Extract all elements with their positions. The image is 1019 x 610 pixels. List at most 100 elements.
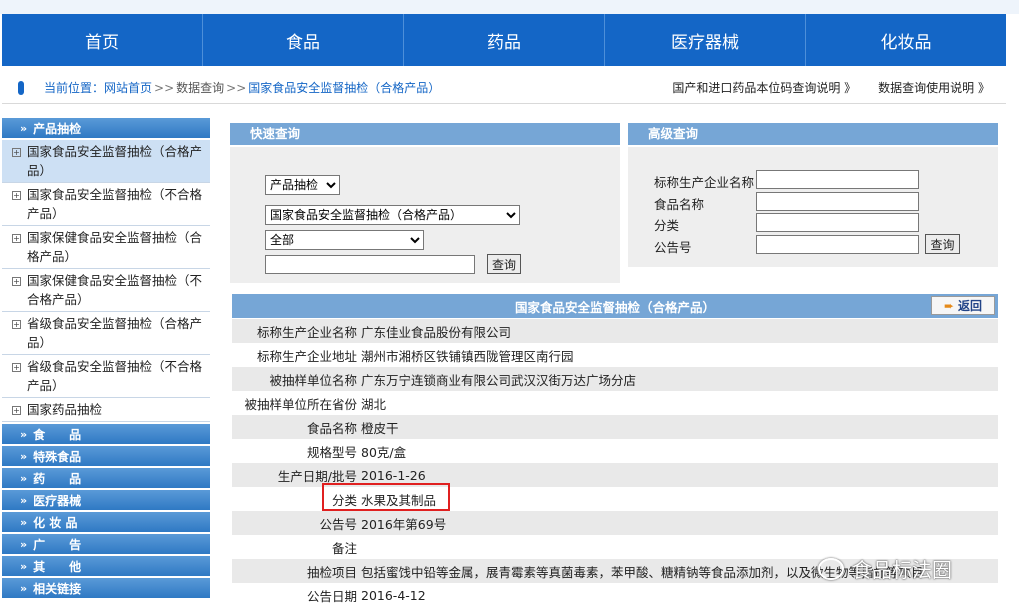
location-pin-icon <box>18 80 24 95</box>
quick-search-input[interactable] <box>265 255 475 274</box>
top-strip <box>0 0 1019 14</box>
expand-icon: + <box>12 363 21 372</box>
nav-drug[interactable]: 药品 <box>404 14 605 66</box>
help-links: 国产和进口药品本位码查询说明 》 数据查询使用说明 》 <box>672 79 1006 96</box>
classification-input[interactable] <box>756 213 919 232</box>
expand-icon: + <box>12 277 21 286</box>
sidebar-item-provincial-unqualified[interactable]: + 省级食品安全监督抽检（不合格产品） <box>2 355 210 398</box>
breadcrumb-data-query[interactable]: 数据查询 <box>176 79 224 96</box>
row-value: 湖北 <box>361 396 387 412</box>
nav-home[interactable]: 首页 <box>2 14 203 66</box>
watermark: 食品标法圈 <box>818 554 952 583</box>
row-key: 抽检项目 <box>306 564 357 580</box>
category-select[interactable]: 产品抽检 <box>265 175 340 195</box>
sidebar-head-drug[interactable]: » 药 品 <box>2 468 210 490</box>
sidebar-head-label: 相关链接 <box>33 581 82 596</box>
sidebar-item-label: 国家药品抽检 <box>27 402 103 417</box>
data-query-help-link[interactable]: 数据查询使用说明 》 <box>878 79 990 96</box>
row-key: 公告日期 <box>306 588 357 604</box>
manufacturer-label: 标称生产企业名称 <box>654 175 755 190</box>
detail-row-announcement-no: 公告号 2016年第69号 <box>232 511 998 535</box>
sidebar-head-label: 产品抽检 <box>33 121 82 136</box>
row-key: 规格型号 <box>306 444 357 460</box>
row-key: 备注 <box>331 540 357 556</box>
nav-medical-device[interactable]: 医疗器械 <box>605 14 806 66</box>
row-value: 2016-4-12 <box>361 587 426 603</box>
detail-row-address: 标称生产企业地址 潮州市湘桥区铁铺镇西陇管理区南行园 <box>232 343 998 367</box>
expand-icon: + <box>12 234 21 243</box>
sidebar-item-label: 国家保健食品安全监督抽检（合格产品） <box>27 230 203 264</box>
sidebar-head-food[interactable]: » 食 品 <box>2 424 210 446</box>
quick-search-button[interactable]: 查询 <box>487 254 521 274</box>
detail-row-food-name: 食品名称 橙皮干 <box>232 415 998 439</box>
sidebar-item-health-food-qualified[interactable]: + 国家保健食品安全监督抽检（合格产品） <box>2 226 210 269</box>
sidebar-head-special-food[interactable]: » 特殊食品 <box>2 446 210 468</box>
database-select[interactable]: 国家食品安全监督抽检（合格产品） <box>265 205 520 225</box>
sidebar-item-label: 国家食品安全监督抽检（不合格产品） <box>27 187 203 221</box>
expand-icon: + <box>12 320 21 329</box>
double-chevron-icon: » <box>20 121 28 135</box>
manufacturer-input[interactable] <box>756 170 919 189</box>
row-value: 2016年第69号 <box>361 516 447 532</box>
breadcrumb-label: 当前位置： <box>44 81 105 95</box>
sidebar-item-health-food-unqualified[interactable]: + 国家保健食品安全监督抽检（不合格产品） <box>2 269 210 312</box>
sidebar-item-label: 省级食品安全监督抽检（不合格产品） <box>27 359 203 393</box>
sidebar-head-cosmetics[interactable]: » 化 妆 品 <box>2 512 210 534</box>
main-nav: 首页 食品 药品 医疗器械 化妆品 <box>2 14 1006 66</box>
sidebar-item-national-food-qualified[interactable]: + 国家食品安全监督抽检（合格产品） <box>2 140 210 183</box>
nav-cosmetics[interactable]: 化妆品 <box>806 14 1006 66</box>
detail-row-announcement-date: 公告日期 2016-4-12 <box>232 583 998 607</box>
sidebar-head-label: 食 品 <box>33 427 82 442</box>
expand-icon: + <box>12 191 21 200</box>
double-chevron-icon: » <box>20 427 28 441</box>
sidebar-head-label: 广 告 <box>33 537 82 552</box>
row-key: 被抽样单位所在省份 <box>244 396 357 412</box>
sidebar-head-advertising[interactable]: » 广 告 <box>2 534 210 556</box>
row-value: 广东佳业食品股份有限公司 <box>361 324 512 340</box>
food-name-input[interactable] <box>756 192 919 211</box>
sidebar-head-other[interactable]: » 其 他 <box>2 556 210 578</box>
watermark-text: 食品标法圈 <box>852 558 952 582</box>
breadcrumb-separator: >> <box>226 80 247 95</box>
food-name-label: 食品名称 <box>654 197 705 212</box>
row-key: 标称生产企业地址 <box>256 348 357 364</box>
breadcrumb-home[interactable]: 网站首页 <box>104 79 152 96</box>
sidebar-item-national-food-unqualified[interactable]: + 国家食品安全监督抽检（不合格产品） <box>2 183 210 226</box>
sidebar-head-product-sampling[interactable]: » 产品抽检 <box>2 118 210 140</box>
row-value: 广东万宁连锁商业有限公司武汉汉街万达广场分店 <box>361 372 637 388</box>
advanced-search-button[interactable]: 查询 <box>925 234 960 254</box>
sidebar-item-label: 国家保健食品安全监督抽检（不合格产品） <box>27 273 203 307</box>
arrow-right-icon: ➨ <box>943 298 955 313</box>
sidebar-item-label: 省级食品安全监督抽检（合格产品） <box>27 316 203 350</box>
double-chevron-icon: » <box>20 449 28 463</box>
drug-code-help-link[interactable]: 国产和进口药品本位码查询说明 》 <box>672 79 856 96</box>
highlight-box <box>322 483 450 511</box>
nav-food[interactable]: 食品 <box>203 14 404 66</box>
announcement-no-label: 公告号 <box>654 240 692 255</box>
field-select[interactable]: 全部 <box>265 230 424 250</box>
sidebar-head-label: 药 品 <box>33 471 82 486</box>
row-value: 水果及其制品 <box>361 492 437 508</box>
sidebar-head-label: 特殊食品 <box>33 449 82 464</box>
sidebar-item-national-drug[interactable]: + 国家药品抽检 <box>2 398 210 422</box>
row-key: 公告号 <box>319 516 357 532</box>
breadcrumb-separator: >> <box>154 80 175 95</box>
double-chevron-icon: » <box>20 493 28 507</box>
breadcrumb-current: 国家食品安全监督抽检（合格产品） <box>248 81 441 95</box>
row-key: 标称生产企业名称 <box>256 324 357 340</box>
double-chevron-icon: » <box>20 515 28 529</box>
breadcrumb: 当前位置： 网站首页 >> 数据查询 >> 国家食品安全监督抽检（合格产品） 国… <box>2 72 1006 104</box>
back-button[interactable]: ➨ 返回 <box>931 296 995 315</box>
row-value: 橙皮干 <box>361 420 399 436</box>
row-key: 食品名称 <box>306 420 357 436</box>
sidebar-head-label: 化 妆 品 <box>33 515 78 530</box>
sidebar-head-related-links[interactable]: » 相关链接 <box>2 578 210 600</box>
detail-row-manufacturer: 标称生产企业名称 广东佳业食品股份有限公司 <box>232 319 998 343</box>
back-label: 返回 <box>958 299 983 313</box>
double-chevron-icon: » <box>20 581 28 595</box>
announcement-no-input[interactable] <box>756 235 919 254</box>
sidebar-head-medical-device[interactable]: » 医疗器械 <box>2 490 210 512</box>
row-value: 潮州市湘桥区铁铺镇西陇管理区南行园 <box>361 348 574 364</box>
detail-row-spec: 规格型号 80克/盒 <box>232 439 998 463</box>
sidebar-item-provincial-qualified[interactable]: + 省级食品安全监督抽检（合格产品） <box>2 312 210 355</box>
